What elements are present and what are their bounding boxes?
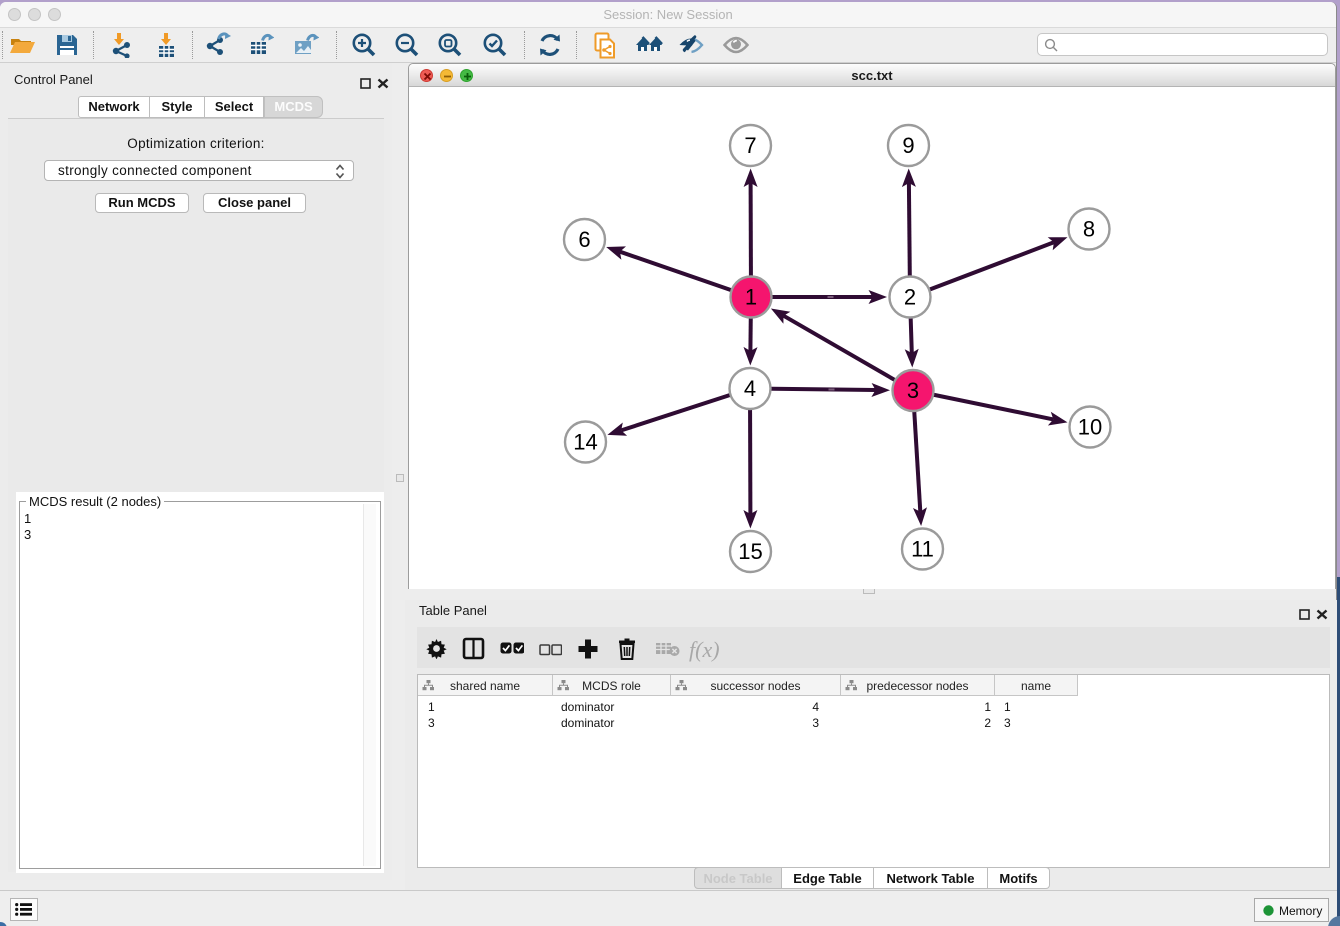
svg-text:11: 11 [911,537,934,562]
svg-text:10: 10 [1078,415,1102,440]
svg-text:1: 1 [745,285,757,310]
svg-text:3: 3 [907,378,919,403]
svg-text:7: 7 [744,133,756,158]
svg-text:9: 9 [902,133,914,158]
svg-text:6: 6 [578,227,590,252]
svg-text:4: 4 [744,376,756,401]
svg-text:8: 8 [1083,217,1095,242]
svg-text:2: 2 [904,285,916,310]
svg-text:14: 14 [573,430,597,455]
svg-text:15: 15 [738,539,762,564]
